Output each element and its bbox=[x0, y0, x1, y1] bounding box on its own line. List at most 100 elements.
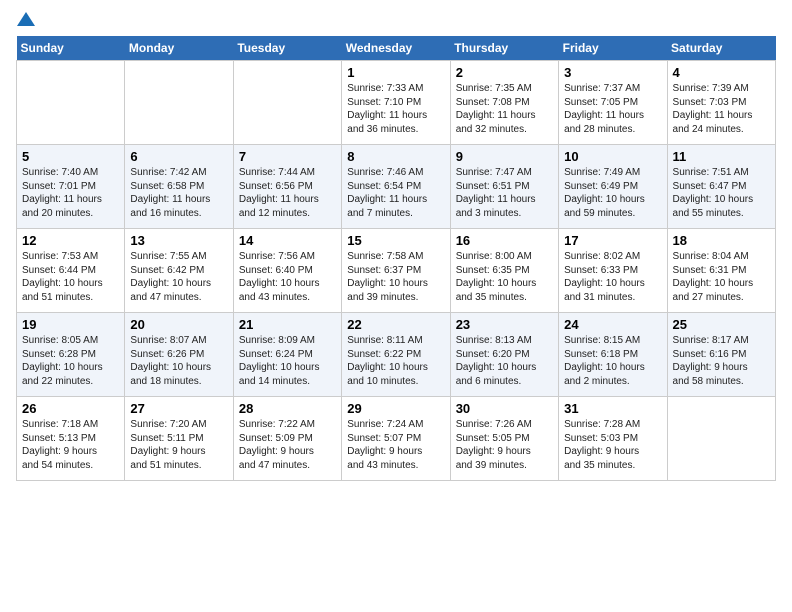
calendar-cell: 30 Sunrise: 7:26 AM Sunset: 5:05 PM Dayli… bbox=[450, 397, 558, 481]
calendar-cell: 29Sunrise: 7:24 AM Sunset: 5:07 PM Dayli… bbox=[342, 397, 450, 481]
day-number: 1 bbox=[347, 65, 444, 80]
cell-content: Sunrise: 8:07 AM Sunset: 6:26 PM Dayligh… bbox=[130, 334, 227, 388]
logo-icon bbox=[17, 12, 35, 28]
day-number: 24 bbox=[564, 317, 661, 332]
calendar-week-5: 26 Sunrise: 7:18 AM Sunset: 5:13 PM Dayli… bbox=[17, 397, 776, 481]
cell-content: Sunrise: 8:09 AM Sunset: 6:24 PM Dayligh… bbox=[239, 334, 336, 388]
calendar-cell: 24 Sunrise: 8:15 AM Sunset: 6:18 PM Dayli… bbox=[559, 313, 667, 397]
cell-content: Sunrise: 8:13 AM Sunset: 6:20 PM Dayligh… bbox=[456, 334, 553, 388]
cell-content: Sunrise: 7:24 AM Sunset: 5:07 PM Dayligh… bbox=[347, 418, 444, 472]
day-number: 4 bbox=[673, 65, 770, 80]
cell-content: Sunrise: 8:15 AM Sunset: 6:18 PM Dayligh… bbox=[564, 334, 661, 388]
calendar-cell: 7Sunrise: 7:44 AM Sunset: 6:56 PM Daylig… bbox=[233, 145, 341, 229]
day-number: 16 bbox=[456, 233, 553, 248]
day-number: 9 bbox=[456, 149, 553, 164]
day-number: 15 bbox=[347, 233, 444, 248]
calendar-cell bbox=[17, 61, 125, 145]
day-number: 13 bbox=[130, 233, 227, 248]
calendar-cell: 6Sunrise: 7:42 AM Sunset: 6:58 PM Daylig… bbox=[125, 145, 233, 229]
calendar-cell: 27 Sunrise: 7:20 AM Sunset: 5:11 PM Dayli… bbox=[125, 397, 233, 481]
calendar-cell: 28 Sunrise: 7:22 AM Sunset: 5:09 PM Dayli… bbox=[233, 397, 341, 481]
day-header-tuesday: Tuesday bbox=[233, 36, 341, 61]
calendar-cell: 3 Sunrise: 7:37 AM Sunset: 7:05 PM Daylig… bbox=[559, 61, 667, 145]
day-number: 14 bbox=[239, 233, 336, 248]
cell-content: Sunrise: 8:04 AM Sunset: 6:31 PM Dayligh… bbox=[673, 250, 770, 304]
day-number: 21 bbox=[239, 317, 336, 332]
cell-content: Sunrise: 8:11 AM Sunset: 6:22 PM Dayligh… bbox=[347, 334, 444, 388]
cell-content: Sunrise: 7:47 AM Sunset: 6:51 PM Dayligh… bbox=[456, 166, 553, 220]
logo bbox=[16, 16, 35, 26]
calendar-cell bbox=[667, 397, 775, 481]
cell-content: Sunrise: 7:26 AM Sunset: 5:05 PM Dayligh… bbox=[456, 418, 553, 472]
day-number: 30 bbox=[456, 401, 553, 416]
cell-content: Sunrise: 7:22 AM Sunset: 5:09 PM Dayligh… bbox=[239, 418, 336, 472]
day-number: 5 bbox=[22, 149, 119, 164]
calendar-cell: 11Sunrise: 7:51 AM Sunset: 6:47 PM Dayli… bbox=[667, 145, 775, 229]
calendar-cell: 10 Sunrise: 7:49 AM Sunset: 6:49 PM Dayli… bbox=[559, 145, 667, 229]
calendar-cell: 21 Sunrise: 8:09 AM Sunset: 6:24 PM Dayli… bbox=[233, 313, 341, 397]
calendar-header-row: SundayMondayTuesdayWednesdayThursdayFrid… bbox=[17, 36, 776, 61]
day-number: 20 bbox=[130, 317, 227, 332]
calendar-cell: 22Sunrise: 8:11 AM Sunset: 6:22 PM Dayli… bbox=[342, 313, 450, 397]
day-number: 18 bbox=[673, 233, 770, 248]
page-header bbox=[16, 16, 776, 26]
cell-content: Sunrise: 7:46 AM Sunset: 6:54 PM Dayligh… bbox=[347, 166, 444, 220]
day-number: 3 bbox=[564, 65, 661, 80]
cell-content: Sunrise: 7:49 AM Sunset: 6:49 PM Dayligh… bbox=[564, 166, 661, 220]
day-number: 26 bbox=[22, 401, 119, 416]
day-number: 19 bbox=[22, 317, 119, 332]
day-number: 8 bbox=[347, 149, 444, 164]
cell-content: Sunrise: 7:53 AM Sunset: 6:44 PM Dayligh… bbox=[22, 250, 119, 304]
day-header-saturday: Saturday bbox=[667, 36, 775, 61]
cell-content: Sunrise: 7:56 AM Sunset: 6:40 PM Dayligh… bbox=[239, 250, 336, 304]
cell-content: Sunrise: 7:20 AM Sunset: 5:11 PM Dayligh… bbox=[130, 418, 227, 472]
calendar-cell: 9 Sunrise: 7:47 AM Sunset: 6:51 PM Daylig… bbox=[450, 145, 558, 229]
calendar-cell: 23 Sunrise: 8:13 AM Sunset: 6:20 PM Dayli… bbox=[450, 313, 558, 397]
calendar-week-4: 19 Sunrise: 8:05 AM Sunset: 6:28 PM Dayli… bbox=[17, 313, 776, 397]
calendar-cell: 1 Sunrise: 7:33 AM Sunset: 7:10 PM Daylig… bbox=[342, 61, 450, 145]
calendar-cell: 20 Sunrise: 8:07 AM Sunset: 6:26 PM Dayli… bbox=[125, 313, 233, 397]
calendar-week-1: 1 Sunrise: 7:33 AM Sunset: 7:10 PM Daylig… bbox=[17, 61, 776, 145]
calendar-cell: 5 Sunrise: 7:40 AM Sunset: 7:01 PM Daylig… bbox=[17, 145, 125, 229]
calendar-cell: 31 Sunrise: 7:28 AM Sunset: 5:03 PM Dayli… bbox=[559, 397, 667, 481]
calendar-cell: 17 Sunrise: 8:02 AM Sunset: 6:33 PM Dayli… bbox=[559, 229, 667, 313]
day-number: 2 bbox=[456, 65, 553, 80]
day-header-thursday: Thursday bbox=[450, 36, 558, 61]
calendar-week-2: 5 Sunrise: 7:40 AM Sunset: 7:01 PM Daylig… bbox=[17, 145, 776, 229]
cell-content: Sunrise: 8:02 AM Sunset: 6:33 PM Dayligh… bbox=[564, 250, 661, 304]
day-number: 28 bbox=[239, 401, 336, 416]
calendar-cell: 19 Sunrise: 8:05 AM Sunset: 6:28 PM Dayli… bbox=[17, 313, 125, 397]
day-header-friday: Friday bbox=[559, 36, 667, 61]
day-header-sunday: Sunday bbox=[17, 36, 125, 61]
calendar-cell: 4 Sunrise: 7:39 AM Sunset: 7:03 PM Daylig… bbox=[667, 61, 775, 145]
cell-content: Sunrise: 7:33 AM Sunset: 7:10 PM Dayligh… bbox=[347, 82, 444, 136]
cell-content: Sunrise: 8:05 AM Sunset: 6:28 PM Dayligh… bbox=[22, 334, 119, 388]
calendar-cell: 13Sunrise: 7:55 AM Sunset: 6:42 PM Dayli… bbox=[125, 229, 233, 313]
day-number: 23 bbox=[456, 317, 553, 332]
day-number: 25 bbox=[673, 317, 770, 332]
calendar-table: SundayMondayTuesdayWednesdayThursdayFrid… bbox=[16, 36, 776, 481]
cell-content: Sunrise: 7:18 AM Sunset: 5:13 PM Dayligh… bbox=[22, 418, 119, 472]
calendar-cell: 18 Sunrise: 8:04 AM Sunset: 6:31 PM Dayli… bbox=[667, 229, 775, 313]
day-header-monday: Monday bbox=[125, 36, 233, 61]
cell-content: Sunrise: 8:00 AM Sunset: 6:35 PM Dayligh… bbox=[456, 250, 553, 304]
cell-content: Sunrise: 7:42 AM Sunset: 6:58 PM Dayligh… bbox=[130, 166, 227, 220]
cell-content: Sunrise: 7:40 AM Sunset: 7:01 PM Dayligh… bbox=[22, 166, 119, 220]
day-number: 17 bbox=[564, 233, 661, 248]
day-number: 11 bbox=[673, 149, 770, 164]
calendar-week-3: 12 Sunrise: 7:53 AM Sunset: 6:44 PM Dayli… bbox=[17, 229, 776, 313]
cell-content: Sunrise: 7:39 AM Sunset: 7:03 PM Dayligh… bbox=[673, 82, 770, 136]
cell-content: Sunrise: 7:28 AM Sunset: 5:03 PM Dayligh… bbox=[564, 418, 661, 472]
calendar-cell: 26 Sunrise: 7:18 AM Sunset: 5:13 PM Dayli… bbox=[17, 397, 125, 481]
day-number: 7 bbox=[239, 149, 336, 164]
day-number: 10 bbox=[564, 149, 661, 164]
day-number: 31 bbox=[564, 401, 661, 416]
day-header-wednesday: Wednesday bbox=[342, 36, 450, 61]
day-number: 12 bbox=[22, 233, 119, 248]
calendar-cell: 2 Sunrise: 7:35 AM Sunset: 7:08 PM Daylig… bbox=[450, 61, 558, 145]
calendar-cell: 12 Sunrise: 7:53 AM Sunset: 6:44 PM Dayli… bbox=[17, 229, 125, 313]
day-number: 27 bbox=[130, 401, 227, 416]
calendar-cell: 8 Sunrise: 7:46 AM Sunset: 6:54 PM Daylig… bbox=[342, 145, 450, 229]
cell-content: Sunrise: 7:35 AM Sunset: 7:08 PM Dayligh… bbox=[456, 82, 553, 136]
cell-content: Sunrise: 7:37 AM Sunset: 7:05 PM Dayligh… bbox=[564, 82, 661, 136]
